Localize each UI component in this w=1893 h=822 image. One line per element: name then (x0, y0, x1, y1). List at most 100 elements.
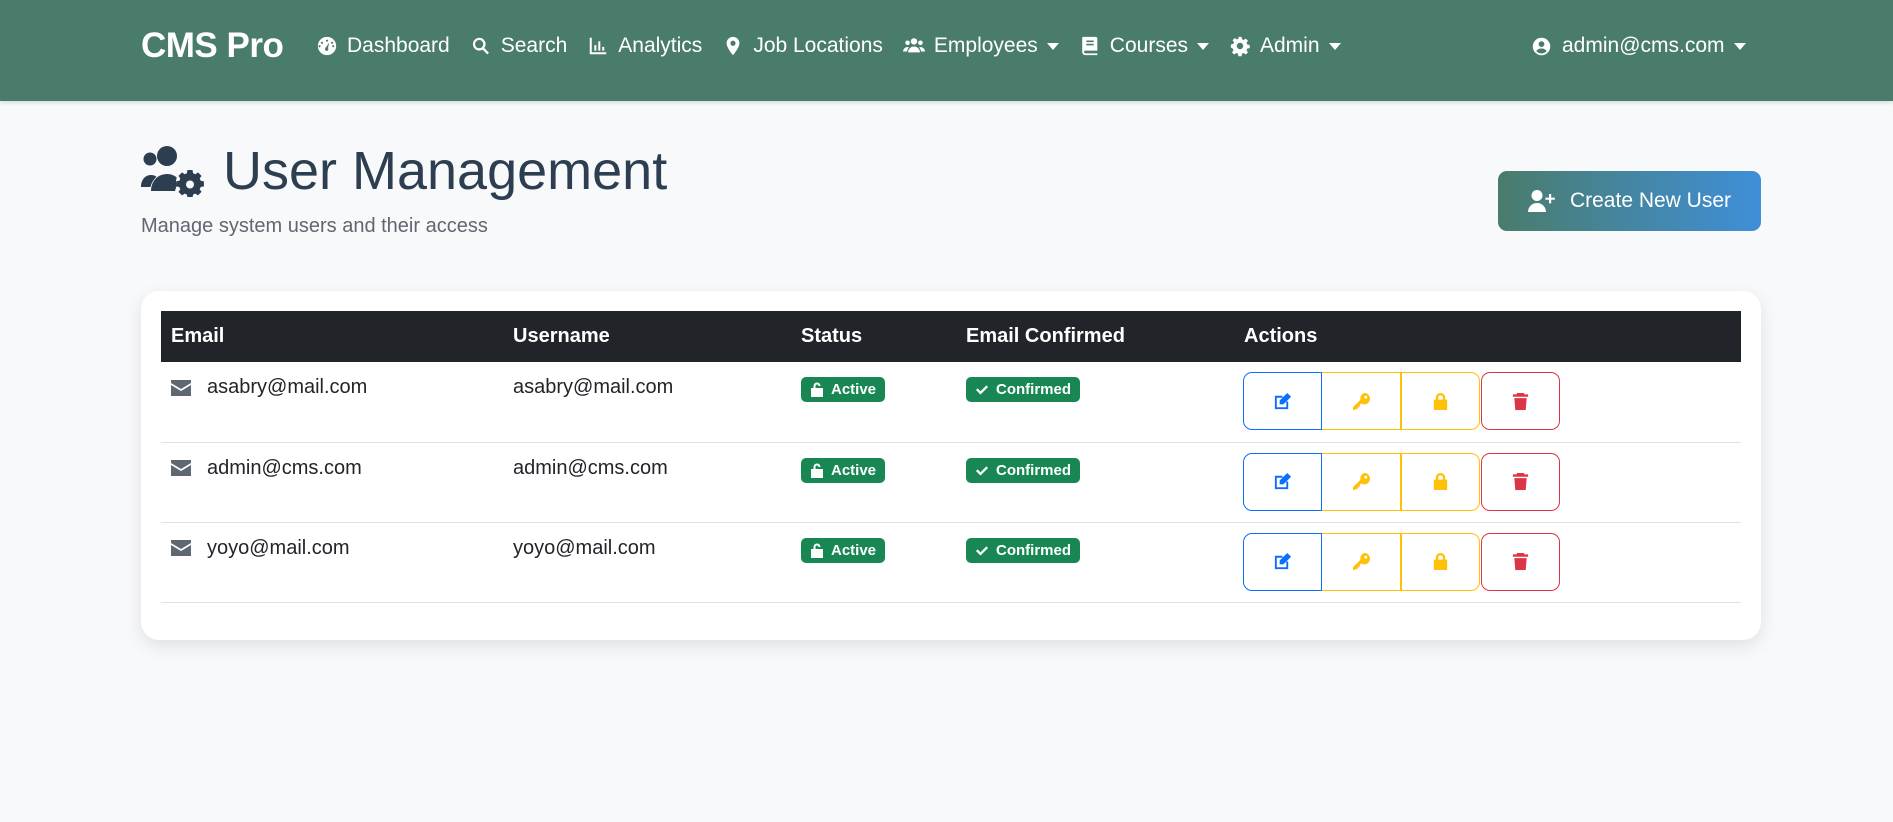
page-subtitle: Manage system users and their access (141, 215, 488, 237)
nav-item-search[interactable]: Search (470, 34, 568, 58)
lock-icon (1433, 472, 1448, 491)
nav-item-admin[interactable]: Admin (1229, 34, 1341, 58)
unlock-icon (811, 543, 823, 558)
status-label: Active (831, 541, 877, 559)
nav-label-analytics: Analytics (618, 34, 703, 57)
lock-user-button[interactable] (1401, 372, 1480, 430)
users-table: Email Username Status Email Confirmed Ac… (161, 311, 1741, 603)
nav-item-employees[interactable]: Employees (902, 34, 1059, 58)
column-header-email: Email (171, 325, 225, 347)
delete-user-button[interactable] (1481, 532, 1560, 591)
envelope-icon (171, 460, 191, 476)
envelope-icon (171, 379, 191, 396)
nav-item-courses[interactable]: Courses (1079, 34, 1209, 58)
lock-user-button[interactable] (1401, 452, 1480, 511)
status-label: Active (831, 381, 877, 398)
nav-menu: Dashboard Search Analytics Job Locations… (316, 34, 1361, 58)
edit-icon (1274, 472, 1292, 490)
trash-icon (1512, 552, 1529, 571)
status-badge: Active (801, 457, 886, 483)
chevron-down-icon (1328, 42, 1341, 50)
username-cell: admin@cms.com (513, 456, 668, 479)
unlock-icon (811, 382, 823, 397)
edit-icon (1274, 552, 1292, 570)
create-button-label: Create New User (1569, 189, 1732, 212)
row-actions (1243, 372, 1741, 430)
map-pin-icon (726, 36, 740, 56)
nav-label-admin: Admin (1260, 34, 1320, 57)
column-header-status: Status (801, 325, 863, 347)
chevron-down-icon (1197, 42, 1209, 50)
username-cell: yoyo@mail.com (513, 536, 656, 559)
nav-item-dashboard[interactable]: Dashboard (316, 34, 450, 58)
unlock-icon (811, 463, 823, 478)
nav-label-dashboard: Dashboard (347, 34, 450, 57)
brand-logo[interactable]: CMS Pro (141, 26, 284, 66)
edit-user-button[interactable] (1243, 372, 1322, 430)
chart-icon (590, 37, 607, 55)
lock-icon (1433, 392, 1448, 410)
table-row: asabry@mail.com asabry@mail.com Active C… (161, 362, 1741, 442)
users-table-card: Email Username Status Email Confirmed Ac… (141, 291, 1761, 640)
status-label: Active (831, 461, 877, 479)
edit-icon (1274, 392, 1292, 409)
edit-user-button[interactable] (1243, 452, 1322, 511)
create-new-user-button[interactable]: Create New User (1498, 171, 1761, 231)
page-title: User Management (223, 141, 668, 201)
column-header-username: Username (513, 325, 610, 347)
trash-icon (1512, 392, 1529, 410)
key-icon (1352, 392, 1370, 411)
reset-password-button[interactable] (1322, 452, 1401, 511)
nav-label-job-locations: Job Locations (753, 34, 883, 57)
column-header-actions: Actions (1244, 325, 1318, 347)
book-icon (1082, 36, 1098, 56)
user-email: admin@cms.com (1562, 34, 1725, 57)
confirmed-label: Confirmed (996, 461, 1071, 479)
nav-item-job-locations[interactable]: Job Locations (722, 34, 883, 58)
confirmed-badge: Confirmed (966, 377, 1080, 402)
reset-password-button[interactable] (1322, 372, 1401, 430)
status-badge: Active (801, 537, 886, 563)
nav-label-courses: Courses (1109, 34, 1188, 57)
column-header-email-confirmed: Email Confirmed (966, 325, 1125, 347)
row-actions (1243, 452, 1741, 511)
nav-label-search: Search (500, 34, 568, 57)
reset-password-button[interactable] (1322, 532, 1401, 591)
lock-user-button[interactable] (1401, 532, 1480, 591)
table-row: yoyo@mail.com yoyo@mail.com Active Confi… (161, 522, 1741, 602)
gear-icon (1230, 36, 1250, 57)
user-email-cell: asabry@mail.com (207, 376, 368, 398)
trash-icon (1512, 472, 1529, 491)
users-icon (902, 38, 925, 53)
user-plus-icon (1527, 190, 1555, 212)
username-cell: asabry@mail.com (513, 376, 674, 398)
confirmed-label: Confirmed (996, 541, 1071, 559)
confirmed-badge: Confirmed (966, 537, 1080, 563)
user-circle-icon (1532, 37, 1551, 55)
user-account-menu[interactable]: admin@cms.com (1531, 34, 1746, 58)
chevron-down-icon (1046, 42, 1059, 50)
edit-user-button[interactable] (1243, 532, 1322, 591)
status-badge: Active (801, 377, 886, 402)
check-icon (976, 385, 988, 395)
confirmed-label: Confirmed (996, 381, 1071, 398)
top-navbar: CMS Pro Dashboard Search Analytics Job L… (0, 0, 1893, 101)
lock-icon (1433, 552, 1448, 571)
delete-user-button[interactable] (1481, 372, 1560, 430)
delete-user-button[interactable] (1481, 452, 1560, 511)
check-icon (976, 545, 988, 555)
row-actions (1243, 532, 1741, 591)
envelope-icon (171, 540, 191, 556)
chevron-down-icon (1733, 42, 1746, 50)
search-icon (472, 37, 489, 55)
key-icon (1352, 552, 1370, 571)
users-cog-icon (141, 146, 204, 197)
table-header: Email Username Status Email Confirmed Ac… (161, 311, 1741, 362)
user-email-cell: yoyo@mail.com (207, 536, 350, 559)
tachometer-icon (317, 36, 337, 56)
key-icon (1352, 472, 1370, 491)
check-icon (976, 465, 988, 475)
table-body: asabry@mail.com asabry@mail.com Active C… (161, 362, 1741, 602)
user-email-cell: admin@cms.com (207, 456, 362, 479)
nav-item-analytics[interactable]: Analytics (587, 34, 702, 58)
